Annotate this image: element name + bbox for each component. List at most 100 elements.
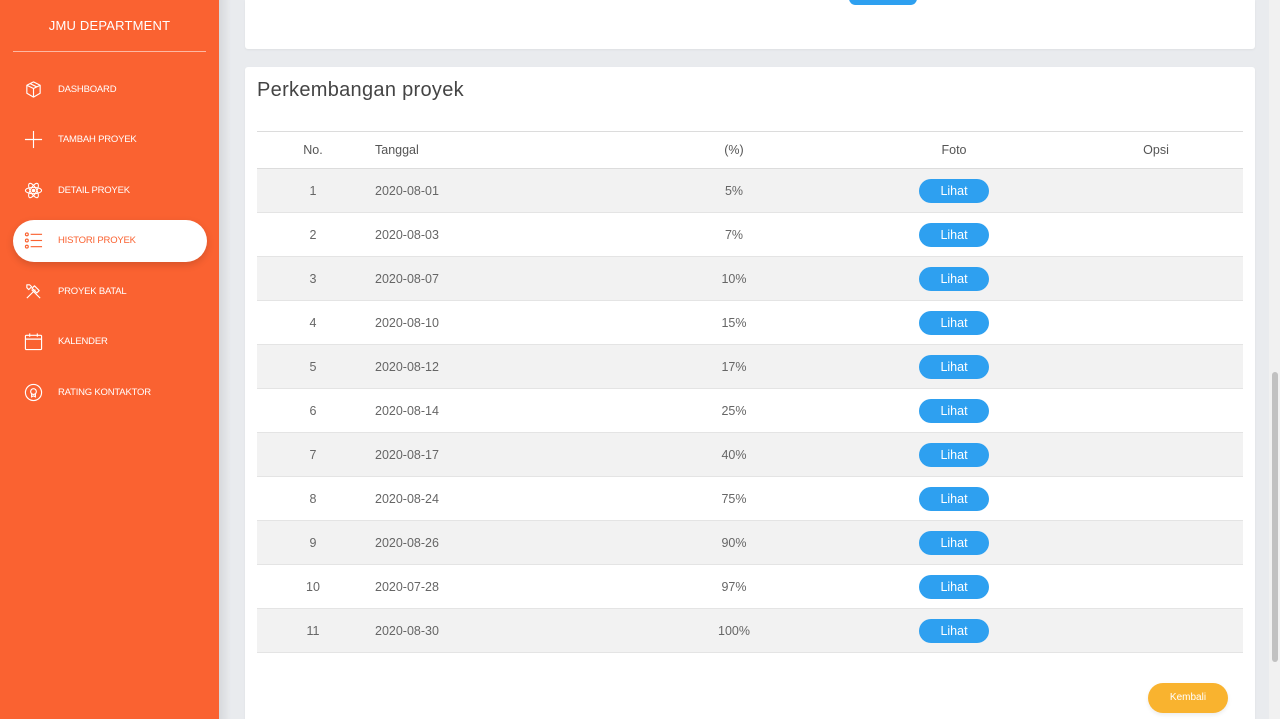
- cell-tanggal: 2020-08-03: [369, 212, 629, 257]
- cell-no: 6: [257, 388, 369, 433]
- cell-foto: Lihat: [839, 256, 1069, 301]
- cell-tanggal: 2020-08-01: [369, 168, 629, 213]
- lihat-button[interactable]: Lihat: [919, 266, 989, 291]
- cell-tanggal: 2020-08-14: [369, 388, 629, 433]
- cell-opsi: [1069, 256, 1243, 301]
- cell-persen: 10%: [629, 256, 839, 301]
- cell-opsi: [1069, 432, 1243, 477]
- cell-foto: Lihat: [839, 608, 1069, 653]
- opsi-action[interactable]: [1150, 541, 1162, 547]
- opsi-action[interactable]: [1150, 409, 1162, 415]
- cell-no: 10: [257, 564, 369, 609]
- sidebar-item-tambah-proyek[interactable]: TAMBAH PROYEK: [13, 119, 207, 161]
- cell-opsi: [1069, 168, 1243, 213]
- table-row: 8 2020-08-24 75% Lihat: [257, 476, 1243, 521]
- table-row: 6 2020-08-14 25% Lihat: [257, 388, 1243, 433]
- cell-persen: 7%: [629, 212, 839, 257]
- cell-opsi: [1069, 388, 1243, 433]
- sidebar: JMU DEPARTMENT DASHBOARD TAMBAH PROYEK D…: [0, 0, 219, 719]
- cell-opsi: [1069, 300, 1243, 345]
- cell-no: 5: [257, 344, 369, 389]
- sidebar-item-histori-proyek[interactable]: HISTORI PROYEK: [13, 219, 207, 262]
- table-row: 3 2020-08-07 10% Lihat: [257, 256, 1243, 301]
- cell-no: 8: [257, 476, 369, 521]
- cell-no: 1: [257, 168, 369, 213]
- cell-tanggal: 2020-08-07: [369, 256, 629, 301]
- sidebar-item-dashboard[interactable]: DASHBOARD: [13, 68, 207, 110]
- sidebar-item-label: RATING KONTAKTOR: [58, 386, 151, 398]
- cell-opsi: [1069, 476, 1243, 521]
- page-title: Perkembangan proyek: [257, 79, 464, 101]
- sidebar-shadow: [219, 0, 231, 719]
- cell-foto: Lihat: [839, 344, 1069, 389]
- opsi-action[interactable]: [1150, 189, 1162, 195]
- cell-no: 3: [257, 256, 369, 301]
- opsi-action[interactable]: [1150, 233, 1162, 239]
- table-row: 2 2020-08-03 7% Lihat: [257, 212, 1243, 257]
- cell-opsi: [1069, 520, 1243, 565]
- cell-foto: Lihat: [839, 432, 1069, 477]
- tools-icon: [24, 282, 43, 301]
- table-header-row: No. Tanggal (%) Foto Opsi: [257, 131, 1243, 169]
- cell-foto: Lihat: [839, 212, 1069, 257]
- cell-persen: 90%: [629, 520, 839, 565]
- lihat-button[interactable]: Lihat: [919, 618, 989, 643]
- cell-persen: 15%: [629, 300, 839, 345]
- opsi-action[interactable]: [1150, 629, 1162, 635]
- lihat-button[interactable]: Lihat: [919, 442, 989, 467]
- lihat-button[interactable]: Lihat: [919, 530, 989, 555]
- cell-tanggal: 2020-07-28: [369, 564, 629, 609]
- lihat-button[interactable]: Lihat: [919, 310, 989, 335]
- page-scrollbar[interactable]: [1269, 0, 1280, 719]
- sidebar-item-kalender[interactable]: KALENDER: [13, 321, 207, 363]
- badge-icon: [24, 383, 43, 402]
- lihat-button[interactable]: Lihat: [919, 178, 989, 203]
- calendar-icon: [24, 332, 43, 351]
- cell-foto: Lihat: [839, 520, 1069, 565]
- opsi-action[interactable]: [1150, 365, 1162, 371]
- scrollbar-thumb[interactable]: [1272, 372, 1278, 662]
- cell-tanggal: 2020-08-24: [369, 476, 629, 521]
- sidebar-item-detail-proyek[interactable]: DETAIL PROYEK: [13, 169, 207, 211]
- opsi-action[interactable]: [1150, 585, 1162, 591]
- lihat-button[interactable]: Lihat: [919, 486, 989, 511]
- lihat-button[interactable]: Lihat: [919, 398, 989, 423]
- lihat-button[interactable]: Lihat: [919, 574, 989, 599]
- atom-icon: [24, 181, 43, 200]
- cube-icon: [24, 80, 43, 99]
- cell-persen: 100%: [629, 608, 839, 653]
- sidebar-item-label: HISTORI PROYEK: [58, 235, 136, 246]
- cell-foto: Lihat: [839, 300, 1069, 345]
- kembali-button[interactable]: Kembali: [1148, 683, 1228, 713]
- top-card-button[interactable]: [849, 0, 917, 5]
- opsi-action[interactable]: [1150, 497, 1162, 503]
- opsi-action[interactable]: [1150, 321, 1162, 327]
- cell-opsi: [1069, 344, 1243, 389]
- lihat-button[interactable]: Lihat: [919, 222, 989, 247]
- cell-opsi: [1069, 608, 1243, 653]
- opsi-action[interactable]: [1150, 277, 1162, 283]
- lihat-button[interactable]: Lihat: [919, 354, 989, 379]
- cell-tanggal: 2020-08-26: [369, 520, 629, 565]
- sidebar-item-proyek-batal[interactable]: PROYEK BATAL: [13, 270, 207, 312]
- sidebar-item-label: DETAIL PROYEK: [58, 184, 130, 196]
- list-icon: [24, 231, 43, 250]
- cell-no: 11: [257, 608, 369, 653]
- table-row: 5 2020-08-12 17% Lihat: [257, 344, 1243, 389]
- opsi-action[interactable]: [1150, 453, 1162, 459]
- cell-foto: Lihat: [839, 388, 1069, 433]
- cell-persen: 75%: [629, 476, 839, 521]
- cell-persen: 25%: [629, 388, 839, 433]
- sidebar-item-rating-kontaktor[interactable]: RATING KONTAKTOR: [13, 371, 207, 413]
- cell-no: 7: [257, 432, 369, 477]
- sidebar-item-label: KALENDER: [58, 336, 108, 347]
- table-body: 1 2020-08-01 5% Lihat 2 2020-08-03 7% Li…: [257, 168, 1243, 653]
- progress-card: Perkembangan proyek No. Tanggal (%) Foto…: [245, 67, 1255, 719]
- sidebar-nav: DASHBOARD TAMBAH PROYEK DETAIL PROYEK HI…: [0, 68, 219, 413]
- table-row: 10 2020-07-28 97% Lihat: [257, 564, 1243, 609]
- header-no: No.: [257, 131, 369, 169]
- cell-foto: Lihat: [839, 168, 1069, 213]
- top-card: [245, 0, 1255, 49]
- brand-title: JMU DEPARTMENT: [13, 0, 206, 52]
- cell-no: 9: [257, 520, 369, 565]
